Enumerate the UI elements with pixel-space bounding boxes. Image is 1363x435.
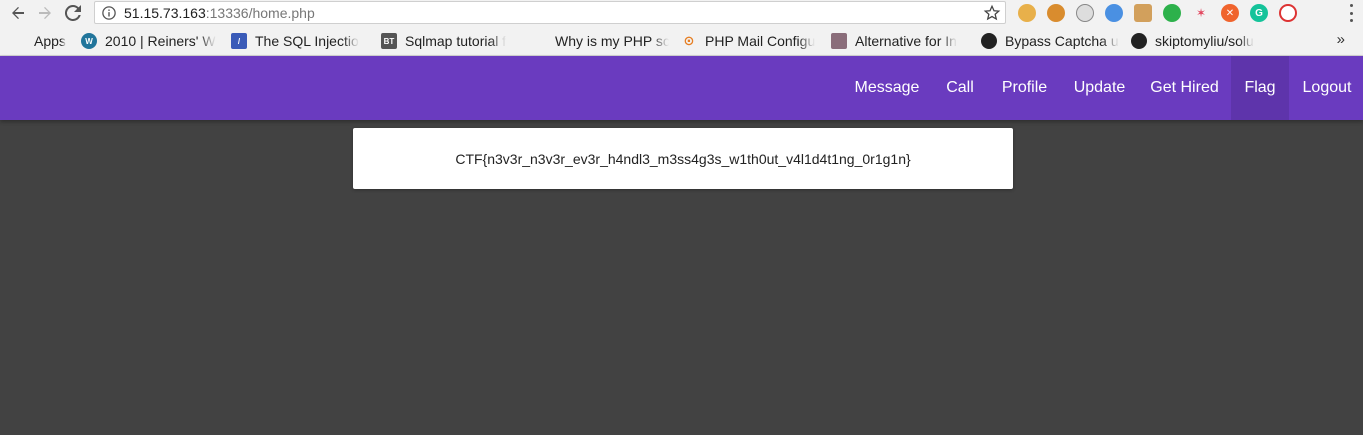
face-extension-icon[interactable]: [1134, 4, 1152, 22]
apps-grid-icon: [10, 34, 26, 48]
nav-profile[interactable]: Profile: [989, 56, 1060, 120]
nav-get-hired[interactable]: Get Hired: [1139, 56, 1230, 120]
bookmarks-bar: Apps W 2010 | Reiners' W / The SQL Injec…: [0, 26, 1363, 56]
tamper-extension-icon[interactable]: [1047, 4, 1065, 22]
bookmark-label: skiptomyliu/solu: [1155, 33, 1254, 49]
bookmark-sql-injection[interactable]: / The SQL Injectio: [231, 27, 369, 55]
url-text: 51.15.73.163:13336/home.php: [124, 5, 315, 21]
bookmark-star-icon[interactable]: [983, 4, 1001, 22]
nav-update[interactable]: Update: [1062, 56, 1137, 120]
url-host: 51.15.73.163: [124, 4, 206, 21]
nav-logout[interactable]: Logout: [1291, 56, 1363, 120]
info-icon[interactable]: [100, 4, 118, 22]
browser-toolbar: 51.15.73.163:13336/home.php ✶ ✕ G: [0, 0, 1363, 26]
forward-arrow-icon: [39, 7, 51, 19]
extensions-row: ✶ ✕ G: [1018, 3, 1297, 23]
bookmark-php[interactable]: Why is my PHP sc: [531, 27, 669, 55]
reload-button[interactable]: [60, 1, 86, 25]
app-navbar: Message Call Profile Update Get Hired Fl…: [0, 56, 1363, 120]
bookmark-label: The SQL Injectio: [255, 33, 359, 49]
power-extension-icon[interactable]: [1279, 4, 1297, 22]
browser-menu-icon[interactable]: [1347, 4, 1355, 22]
bookmark-label: 2010 | Reiners' W: [105, 33, 216, 49]
bookmark-label: Apps: [34, 33, 66, 49]
nav-flag[interactable]: Flag: [1231, 56, 1289, 120]
sql-icon: /: [231, 33, 247, 49]
flag-card: CTF{n3v3r_n3v3r_ev3r_h4ndl3_m3ss4g3s_w1t…: [353, 128, 1013, 189]
forward-button[interactable]: [32, 1, 58, 25]
back-button[interactable]: [5, 1, 31, 25]
github-icon: [981, 33, 997, 49]
nav-call[interactable]: Call: [933, 56, 987, 120]
cloud-extension-icon[interactable]: [1076, 4, 1094, 22]
bookmark-bypass-captcha[interactable]: Bypass Captcha u: [981, 27, 1119, 55]
url-path: :13336/home.php: [205, 4, 315, 21]
bt-icon: BT: [381, 33, 397, 49]
grammarly-icon[interactable]: G: [1250, 4, 1268, 22]
address-bar[interactable]: 51.15.73.163:13336/home.php: [94, 1, 1006, 24]
back-arrow-icon: [12, 7, 24, 19]
bookmarks-overflow-button[interactable]: »: [1337, 31, 1345, 48]
bookmark-skiptomyliu[interactable]: skiptomyliu/solu: [1131, 27, 1269, 55]
cookie-extension-icon[interactable]: [1018, 4, 1036, 22]
bookmark-label: Sqlmap tutorial f: [405, 33, 507, 49]
flag-text: CTF{n3v3r_n3v3r_ev3r_h4ndl3_m3ss4g3s_w1t…: [455, 150, 911, 167]
bookmark-php-mail[interactable]: ⊙ PHP Mail Configu: [681, 27, 819, 55]
bookmark-reiners[interactable]: W 2010 | Reiners' W: [81, 27, 219, 55]
x-extension-icon[interactable]: ✕: [1221, 4, 1239, 22]
bookmark-label: Why is my PHP sc: [555, 33, 669, 49]
bookmark-label: PHP Mail Configu: [705, 33, 816, 49]
wave-extension-icon[interactable]: ✶: [1192, 4, 1210, 22]
wordpress-icon: W: [81, 33, 97, 49]
bookmark-apps[interactable]: Apps: [10, 27, 74, 55]
figure-icon: [831, 33, 847, 49]
bookmark-label: Alternative for In: [855, 33, 957, 49]
search-orange-icon: ⊙: [683, 33, 695, 48]
bookmark-alternative[interactable]: Alternative for In: [831, 27, 969, 55]
snowflake-extension-icon[interactable]: [1105, 4, 1123, 22]
reload-icon: [65, 5, 81, 21]
nav-message[interactable]: Message: [843, 56, 931, 120]
hand-extension-icon[interactable]: [1163, 4, 1181, 22]
bookmark-label: Bypass Captcha u: [1005, 33, 1119, 49]
github-icon: [1131, 33, 1147, 49]
grid-color-icon: [531, 34, 547, 48]
bookmark-sqlmap[interactable]: BT Sqlmap tutorial f: [381, 27, 519, 55]
